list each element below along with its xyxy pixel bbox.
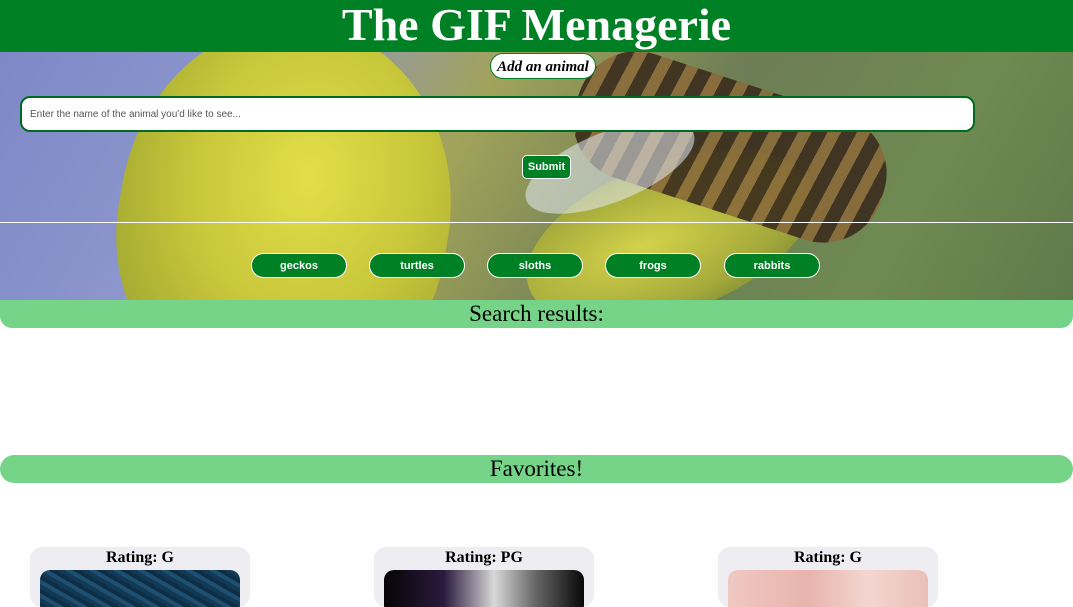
page-title: The GIF Menagerie [0, 0, 1073, 52]
animal-button-sloths[interactable]: sloths [487, 253, 583, 278]
submit-button[interactable]: Submit [522, 155, 571, 179]
favorite-card: Rating: G [718, 547, 938, 607]
animal-button-turtles[interactable]: turtles [369, 253, 465, 278]
gif-rating: Rating: G [794, 549, 862, 566]
animal-button-row: geckos turtles sloths frogs rabbits [0, 253, 1073, 279]
hero-divider [0, 222, 1073, 223]
gif-rating: Rating: PG [445, 549, 523, 566]
favorite-card: Rating: G [30, 547, 250, 607]
gif-image[interactable] [40, 570, 240, 607]
gif-image[interactable] [728, 570, 928, 607]
favorite-card: Rating: PG [374, 547, 594, 607]
search-results-heading: Search results: [0, 300, 1073, 328]
favorites-heading: Favorites! [0, 455, 1073, 483]
animal-button-geckos[interactable]: geckos [251, 253, 347, 278]
gif-rating: Rating: G [106, 549, 174, 566]
animal-button-frogs[interactable]: frogs [605, 253, 701, 278]
animal-button-rabbits[interactable]: rabbits [724, 253, 820, 278]
add-animal-label: Add an animal [490, 53, 596, 79]
gif-image[interactable] [384, 570, 584, 607]
animal-name-input[interactable] [20, 96, 975, 132]
